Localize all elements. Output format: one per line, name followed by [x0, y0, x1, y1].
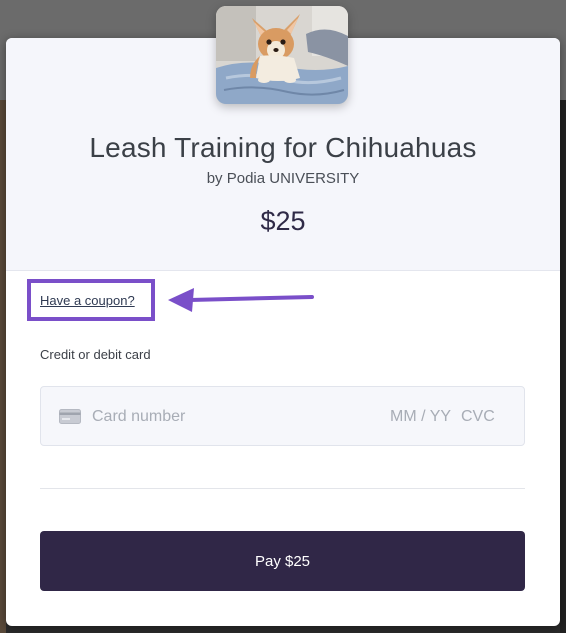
- chihuahua-image: [216, 6, 348, 104]
- product-thumbnail: [216, 6, 348, 104]
- card-expiry-placeholder: MM / YY: [390, 408, 452, 425]
- card-section-label: Credit or debit card: [40, 347, 151, 362]
- product-byline: by Podia UNIVERSITY: [206, 170, 360, 187]
- product-title: Leash Training for Chihuahuas: [89, 132, 477, 163]
- divider: [40, 488, 525, 489]
- have-coupon-link[interactable]: Have a coupon?: [40, 293, 135, 308]
- product-price: $25: [260, 206, 306, 236]
- backdrop-right: [560, 100, 566, 633]
- arrow-left-icon: [168, 288, 314, 312]
- card-input-field[interactable]: Card number MM / YY CVC: [40, 386, 525, 446]
- pay-button[interactable]: Pay $25: [40, 531, 525, 591]
- credit-card-icon: [59, 409, 81, 424]
- card-number-placeholder: Card number: [92, 408, 186, 425]
- card-cvc-placeholder: CVC: [461, 408, 495, 425]
